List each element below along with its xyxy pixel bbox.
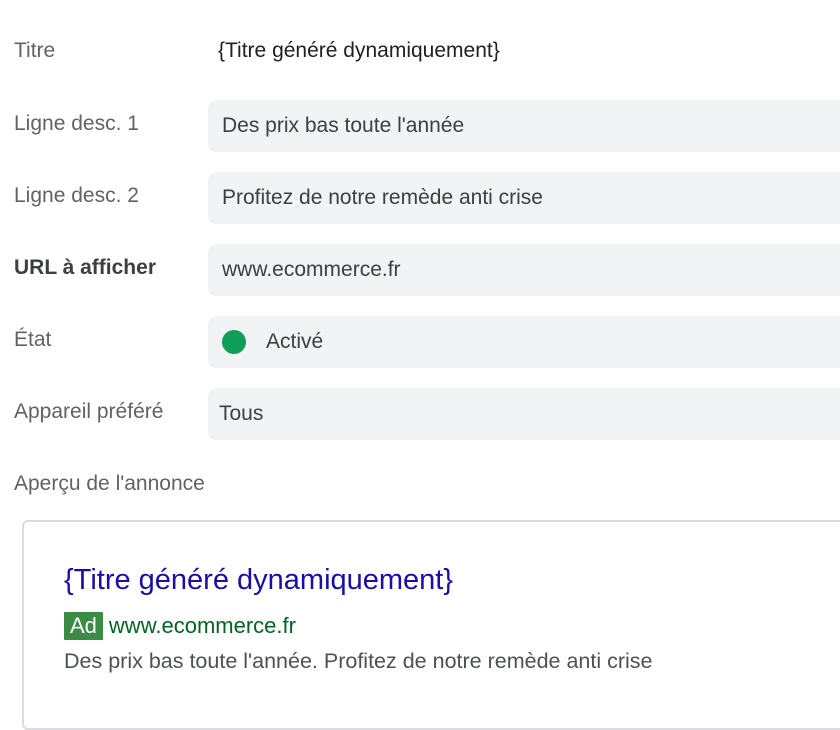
- ad-preview-card: {Titre généré dynamiquement} Ad www.ecom…: [22, 520, 840, 730]
- row-desc1: Ligne desc. 1 Des prix bas toute l'année: [0, 100, 840, 152]
- desc1-label: Ligne desc. 1: [14, 112, 139, 135]
- status-dot-icon: [222, 330, 246, 354]
- ad-display-url: www.ecommerce.fr: [108, 613, 296, 638]
- status-value: Activé: [266, 330, 324, 353]
- row-desc2: Ligne desc. 2 Profitez de notre remède a…: [0, 172, 840, 224]
- row-title: Titre {Titre généré dynamiquement}: [0, 26, 840, 78]
- ad-preview-label: Aperçu de l'annonce: [14, 472, 205, 495]
- desc2-value: Profitez de notre remède anti crise: [222, 186, 543, 209]
- device-label: Appareil préféré: [14, 400, 164, 423]
- ad-description: Des prix bas toute l'année. Profitez de …: [64, 649, 653, 673]
- desc1-field[interactable]: Des prix bas toute l'année: [208, 100, 840, 152]
- desc2-label: Ligne desc. 2: [14, 184, 139, 207]
- row-device: Appareil préféré Tous: [0, 388, 840, 440]
- display-url-value: www.ecommerce.fr: [222, 258, 401, 281]
- desc2-field[interactable]: Profitez de notre remède anti crise: [208, 172, 840, 224]
- display-url-field[interactable]: www.ecommerce.fr: [208, 244, 840, 296]
- ad-url-line: Ad www.ecommerce.fr: [64, 612, 296, 640]
- section-heading-clipped: [210, 0, 510, 6]
- display-url-label: URL à afficher: [14, 256, 156, 279]
- row-status: État Activé: [0, 316, 840, 368]
- ad-badge: Ad: [64, 612, 103, 640]
- title-value: {Titre généré dynamiquement}: [218, 39, 500, 62]
- device-value: Tous: [219, 402, 264, 425]
- ad-headline-link[interactable]: {Titre généré dynamiquement}: [64, 564, 453, 597]
- status-label: État: [14, 328, 52, 351]
- row-display-url: URL à afficher www.ecommerce.fr: [0, 244, 840, 296]
- device-field[interactable]: Tous: [208, 388, 840, 440]
- desc1-value: Des prix bas toute l'année: [222, 114, 465, 137]
- title-label: Titre: [14, 39, 56, 62]
- status-field[interactable]: Activé: [208, 316, 840, 368]
